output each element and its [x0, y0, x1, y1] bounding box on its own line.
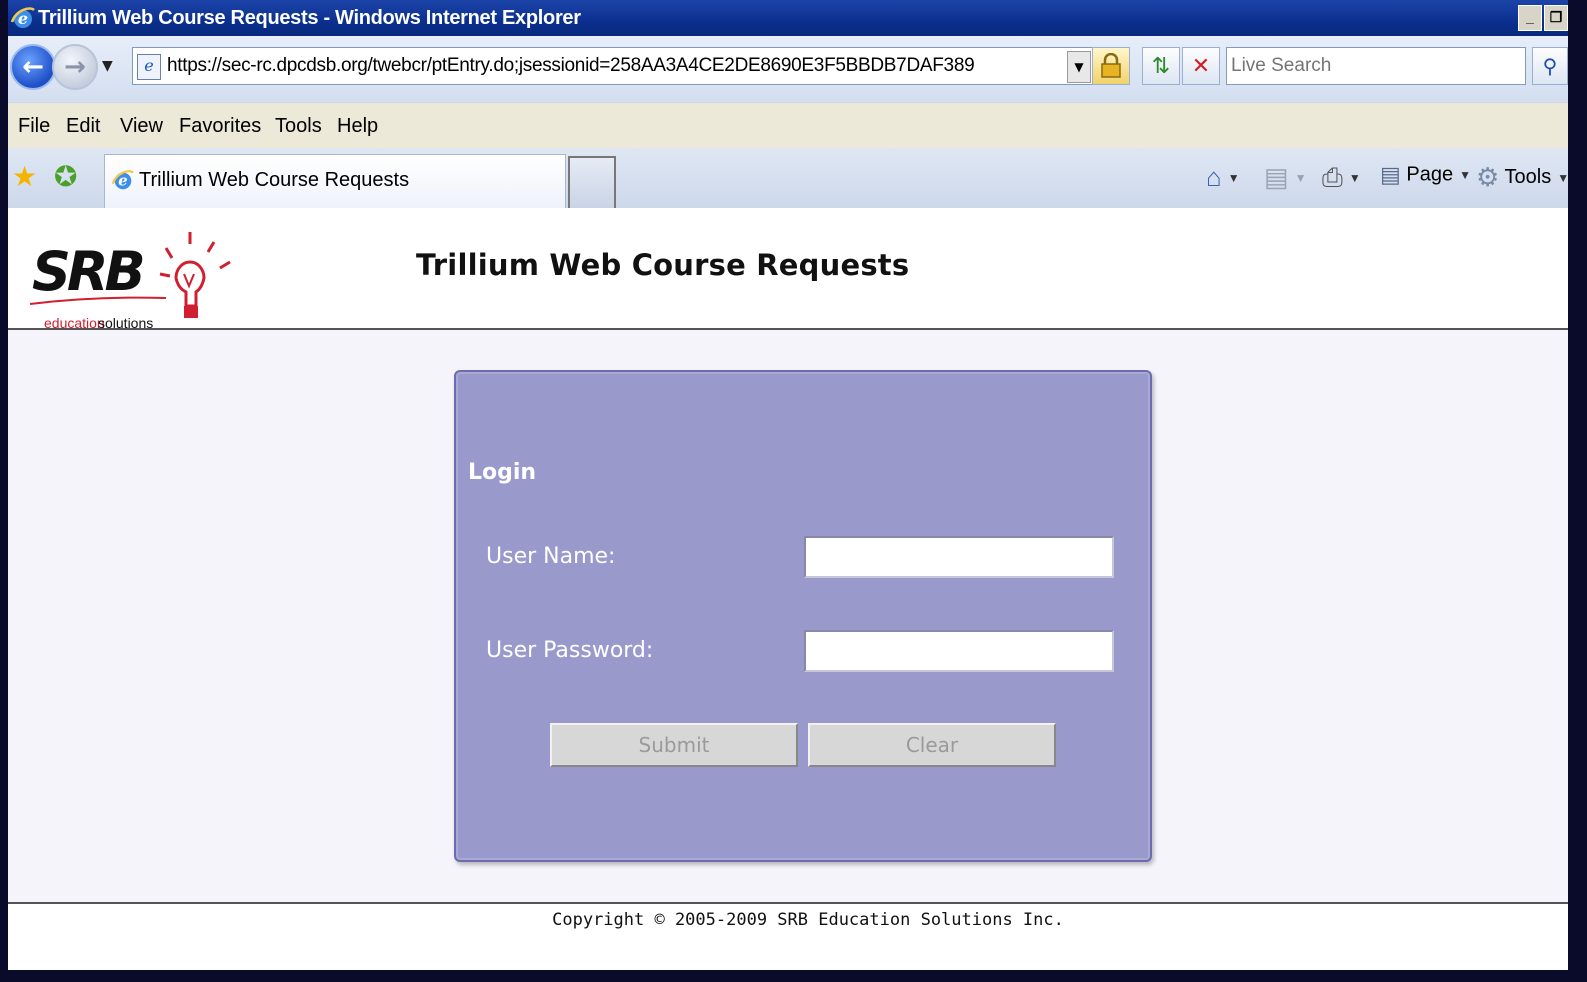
logo-subtext-education: education	[44, 315, 105, 328]
tools-menu-button[interactable]: ⚙ Tools ▼	[1476, 162, 1568, 193]
address-toolbar: ← → ▼ e https://sec-rc.dpcdsb.org/twebcr…	[8, 36, 1568, 102]
tools-menu-label: Tools	[1504, 165, 1552, 188]
restore-button[interactable]: ❐	[1544, 5, 1568, 31]
browser-window: e Trillium Web Course Requests - Windows…	[8, 0, 1568, 970]
forward-button[interactable]: →	[52, 44, 98, 90]
forward-arrow-icon: →	[64, 52, 86, 82]
window-controls: _ ❐	[1518, 5, 1568, 31]
login-title: Login	[468, 460, 537, 485]
menu-favorites[interactable]: Favorites	[179, 115, 261, 138]
ie-icon: e	[111, 170, 134, 190]
tab-label: Trillium Web Course Requests	[139, 169, 410, 191]
print-icon: ⎙	[1322, 162, 1343, 192]
feeds-button[interactable]: ▤ ▼	[1264, 162, 1306, 193]
page-menu-button[interactable]: ▤ Page ▼	[1380, 162, 1471, 188]
page-menu-label: Page	[1406, 163, 1454, 186]
username-label: User Name:	[486, 544, 616, 569]
username-field[interactable]	[804, 536, 1114, 578]
password-label: User Password:	[486, 638, 654, 663]
address-input[interactable]: e https://sec-rc.dpcdsb.org/twebcr/ptEnt…	[132, 47, 1094, 85]
security-lock-button[interactable]	[1092, 47, 1130, 85]
password-field[interactable]	[804, 630, 1114, 672]
stop-icon: ✕	[1191, 53, 1211, 79]
tools-gear-icon: ⚙	[1476, 162, 1500, 192]
back-button[interactable]: ←	[10, 44, 56, 90]
window-title: Trillium Web Course Requests - Windows I…	[38, 7, 581, 29]
print-button[interactable]: ⎙ ▼	[1322, 162, 1361, 194]
live-search-input[interactable]	[1226, 47, 1526, 85]
submit-button[interactable]: Submit	[550, 723, 798, 767]
back-arrow-icon: ←	[22, 52, 44, 82]
page-footer: Copyright © 2005-2009 SRB Education Solu…	[8, 902, 1568, 970]
refresh-button[interactable]: ⇅	[1142, 47, 1180, 85]
home-button[interactable]: ⌂ ▼	[1206, 162, 1240, 193]
menu-file[interactable]: File	[18, 115, 50, 138]
recent-pages-dropdown[interactable]: ▼	[102, 58, 113, 74]
menu-edit[interactable]: Edit	[66, 115, 100, 138]
lightbulb-icon	[159, 232, 231, 318]
tab-command-bar: ★ ✪ e Trillium Web Course Requests ⌂ ▼ ▤ ▼…	[8, 148, 1568, 210]
minimize-button[interactable]: _	[1518, 5, 1542, 31]
menu-view[interactable]: View	[120, 115, 163, 138]
menu-help[interactable]: Help	[337, 115, 378, 138]
ie-icon: e	[10, 7, 35, 28]
page-menu-icon: ▤	[1380, 162, 1401, 187]
clear-button[interactable]: Clear	[808, 723, 1056, 767]
page-icon: e	[137, 54, 161, 80]
stop-button[interactable]: ✕	[1182, 47, 1220, 85]
menu-bar: File Edit View Favorites Tools Help	[8, 102, 1568, 149]
main-content: Login User Name: User Password: Submit C…	[8, 330, 1568, 902]
search-icon: ⚲	[1542, 54, 1558, 78]
tab-trillium[interactable]: e Trillium Web Course Requests	[104, 154, 566, 208]
url-text: https://sec-rc.dpcdsb.org/twebcr/ptEntry…	[167, 55, 975, 76]
menu-tools[interactable]: Tools	[275, 115, 322, 138]
address-dropdown-button[interactable]: ▼	[1067, 51, 1091, 83]
srb-logo: SRB education solutions	[29, 232, 231, 328]
title-bar: e Trillium Web Course Requests - Windows…	[8, 0, 1568, 36]
logo-text: SRB	[32, 240, 142, 303]
logo-subtext-solutions: solutions	[98, 315, 153, 328]
favorites-star-icon[interactable]: ★	[12, 160, 37, 193]
page-title: Trillium Web Course Requests	[416, 248, 910, 282]
new-tab-button[interactable]	[568, 156, 616, 208]
refresh-icon: ⇅	[1151, 53, 1171, 79]
lock-icon	[1101, 53, 1121, 78]
add-favorites-icon[interactable]: ✪	[54, 160, 77, 193]
home-icon: ⌂	[1206, 162, 1222, 192]
search-button[interactable]: ⚲	[1532, 47, 1568, 85]
login-panel: Login User Name: User Password: Submit C…	[454, 370, 1152, 862]
page-header: SRB education solutions Trillium Web Cou…	[8, 208, 1568, 330]
feeds-icon: ▤	[1264, 162, 1289, 192]
copyright-text: Copyright © 2005-2009 SRB Education Solu…	[552, 910, 1064, 930]
